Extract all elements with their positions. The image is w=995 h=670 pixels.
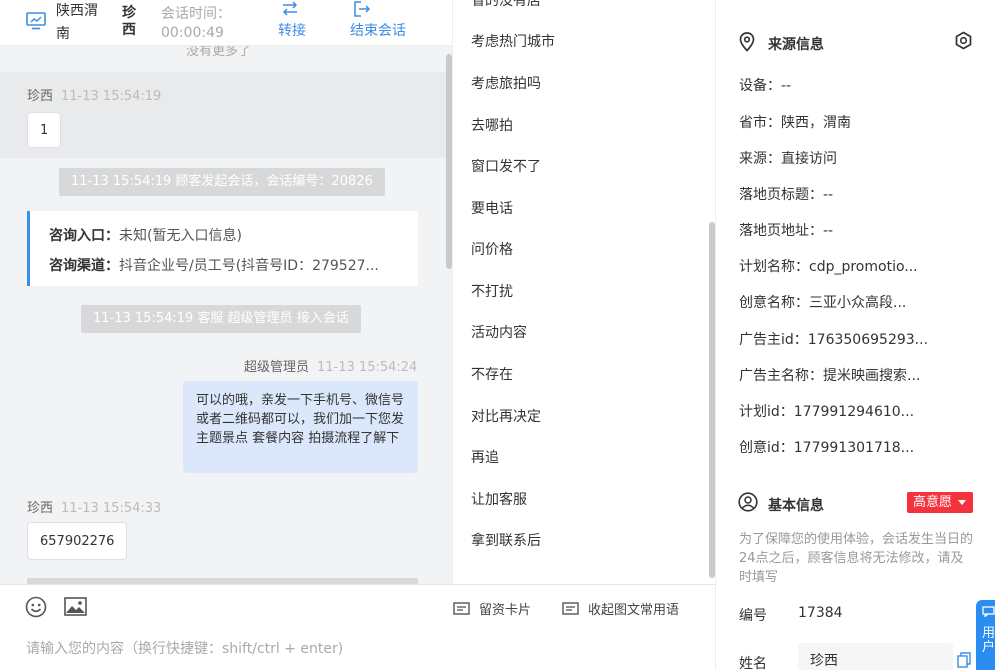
image-icon[interactable] — [64, 597, 87, 617]
plan-id-row: 计划id：177991294610... — [739, 404, 915, 420]
chat-workspace: 陕西渭南 珍西 会话时间： 00:00:49 转接 结束会话 没有更多了 珍西 1… — [0, 0, 995, 670]
quick-reply-item[interactable]: 不存在 — [471, 364, 513, 384]
quick-reply-item[interactable]: 省的没有店 — [471, 0, 541, 10]
copy-icon[interactable] — [957, 652, 971, 668]
monitor-icon — [26, 12, 46, 30]
advertiser-id-row: 广告主id：176350695293... — [739, 332, 929, 348]
location-pin-icon — [739, 32, 755, 52]
chat-bubble-icon — [982, 606, 995, 618]
system-message: 11-13 15:54:19 顾客发起会话，会话编号：20826 — [59, 168, 385, 196]
quick-reply-item[interactable]: 再追 — [471, 447, 499, 467]
customer-location: 陕西渭南 — [56, 3, 98, 42]
target-settings-icon[interactable] — [954, 31, 973, 50]
advertiser-name-row: 广告主名称：提米映画搜索... — [739, 368, 921, 384]
end-session-label: 结束会话 — [350, 23, 406, 39]
collapse-quick-replies-label: 收起图文常用语 — [588, 603, 680, 618]
message-time: 11-13 15:54:19 — [61, 89, 162, 104]
source-device-row: 设备：-- — [739, 78, 792, 94]
edit-notice: 为了保障您的使用体验，会话发生当日的24点之后，顾客信息将无法修改，请及时填写 — [739, 532, 974, 585]
landing-url-row: 落地页地址：-- — [739, 223, 834, 239]
quick-reply-item[interactable]: 活动内容 — [471, 322, 527, 342]
transfer-icon — [282, 1, 298, 16]
customer-name: 珍西 — [122, 5, 136, 38]
quick-reply-item[interactable]: 要电话 — [471, 198, 513, 218]
quick-reply-item[interactable]: 窗口发不了 — [471, 156, 541, 176]
basic-info-title: 基本信息 — [768, 498, 824, 514]
name-label: 姓名 — [739, 656, 767, 670]
lead-card-button[interactable]: 留资卡片 — [453, 599, 531, 618]
card-icon — [453, 602, 470, 615]
message-composer: 留资卡片 收起图文常用语 — [0, 584, 715, 670]
consult-info-card: 咨询入口：未知(暂无入口信息) 咨询渠道：抖音企业号/员工号(抖音号ID：279… — [27, 211, 418, 286]
source-origin-row: 来源：直接访问 — [739, 151, 837, 167]
source-province-row: 省市：陕西，渭南 — [739, 115, 851, 131]
source-info-title: 来源信息 — [768, 37, 824, 53]
quick-reply-item[interactable]: 问价格 — [471, 239, 513, 259]
lead-card-label: 留资卡片 — [479, 603, 532, 618]
logout-icon — [354, 1, 371, 17]
customer-message: 1 — [27, 112, 62, 148]
quick-reply-item[interactable]: 对比再决定 — [471, 406, 541, 426]
sender-name: 珍西 — [27, 89, 54, 104]
message-icon — [562, 602, 579, 615]
sender-name: 珍西 — [27, 501, 54, 516]
message-sender: 珍西 11-13 15:54:33 — [27, 497, 161, 516]
consult-entry-row: 咨询入口：未知(暂无入口信息) — [49, 221, 418, 251]
intent-level-dropdown[interactable]: 高意愿 — [907, 492, 973, 513]
landing-title-row: 落地页标题：-- — [739, 187, 834, 203]
customer-message: 657902276 — [27, 522, 128, 560]
message-sender: 珍西 11-13 15:54:19 — [27, 85, 161, 104]
quick-reply-item[interactable]: 拿到联系后 — [471, 530, 541, 550]
collapse-quick-replies-button[interactable]: 收起图文常用语 — [562, 599, 679, 618]
consult-channel-key: 咨询渠道： — [49, 258, 119, 274]
transfer-label: 转接 — [278, 23, 306, 39]
message-input[interactable] — [26, 637, 686, 661]
no-more-hint: 没有更多了 — [186, 46, 252, 59]
plan-name-row: 计划名称：cdp_promotio... — [739, 259, 918, 275]
user-float-label: 用户 — [981, 626, 995, 655]
message-sender: 超级管理员 11-13 15:54:24 — [244, 356, 417, 375]
consult-entry-value: 未知(暂无入口信息) — [119, 228, 242, 244]
id-label: 编号 — [739, 608, 767, 624]
quick-reply-item[interactable]: 让加客服 — [471, 489, 527, 509]
message-time: 11-13 15:54:24 — [317, 360, 418, 375]
creative-id-row: 创意id：177991301718... — [739, 440, 915, 456]
quick-reply-item[interactable]: 考虑旅拍吗 — [471, 73, 541, 93]
message-time: 11-13 15:54:33 — [61, 501, 162, 516]
quick-reply-item[interactable]: 考虑热门城市 — [471, 31, 555, 51]
user-circle-icon — [738, 492, 758, 512]
quick-reply-item[interactable]: 去哪拍 — [471, 115, 513, 135]
quick-reply-item[interactable]: 不打扰 — [471, 281, 513, 301]
transfer-button[interactable]: 转接 — [278, 0, 306, 40]
consult-channel-value: 抖音企业号/员工号(抖音号ID：279527... — [119, 258, 379, 274]
creative-name-row: 创意名称：三亚小众高段... — [739, 295, 907, 311]
end-session-button[interactable]: 结束会话 — [350, 0, 406, 40]
system-message: 11-13 15:54:19 客服 超级管理员 接入会话 — [81, 305, 361, 333]
customer-info-panel: 来源信息 设备：-- 省市：陕西，渭南 来源：直接访问 落地页标题：-- 落地页… — [715, 0, 995, 670]
consult-entry-key: 咨询入口： — [49, 228, 119, 244]
id-value: 17384 — [798, 605, 843, 621]
sender-name: 超级管理员 — [244, 360, 310, 375]
user-float-button[interactable]: 用户 — [976, 600, 995, 670]
session-header: 陕西渭南 珍西 会话时间： 00:00:49 转接 结束会话 — [0, 0, 452, 46]
agent-message: 可以的哦，亲发一下手机号、微信号或者二维码都可以，我们加一下您发主题景点 套餐内… — [183, 381, 418, 473]
session-time-value: 00:00:49 — [161, 25, 224, 41]
name-field[interactable]: 珍西 — [798, 643, 953, 670]
session-time-label: 会话时间： — [161, 6, 231, 22]
emoji-icon[interactable] — [25, 596, 47, 618]
quick-reply-panel: 省的没有店 考虑热门城市 考虑旅拍吗 去哪拍 窗口发不了 要电话 问价格 不打扰… — [452, 0, 715, 584]
chat-message-area[interactable]: 没有更多了 珍西 11-13 15:54:19 1 11-13 15:54:19 … — [0, 46, 452, 584]
consult-channel-row: 咨询渠道：抖音企业号/员工号(抖音号ID：279527... — [49, 251, 418, 281]
